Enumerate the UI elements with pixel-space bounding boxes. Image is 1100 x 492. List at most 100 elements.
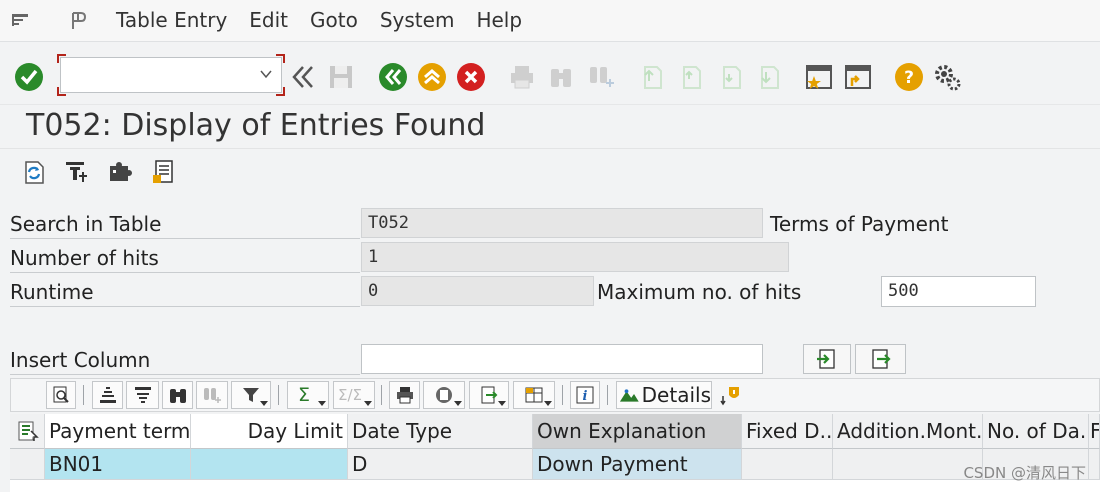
- grid-select-all-icon: [18, 421, 39, 441]
- last-page-icon: [752, 60, 786, 94]
- runtime-field: 0: [361, 276, 594, 306]
- export-icon: [481, 386, 498, 404]
- printer-icon: [396, 387, 413, 404]
- enter-check-icon[interactable]: [12, 60, 46, 94]
- exit-icon[interactable]: [415, 60, 449, 94]
- insert-column-icon: [817, 349, 835, 369]
- settings-gear-icon[interactable]: [930, 60, 964, 94]
- menu-bar: Table Entry Edit Goto System Help: [0, 0, 1100, 42]
- cell-fixed-day[interactable]: [742, 449, 833, 480]
- menu-table-entry[interactable]: Table Entry: [116, 0, 227, 41]
- layout-button[interactable]: [513, 381, 555, 409]
- sort-more-button[interactable]: [715, 381, 745, 409]
- remove-column-icon: [871, 349, 891, 369]
- runtime-label: Runtime: [10, 278, 360, 307]
- insert-column-field[interactable]: [361, 344, 763, 374]
- sort-ascending-button[interactable]: [92, 381, 123, 409]
- generate-shortcut-icon[interactable]: [841, 60, 875, 94]
- insert-column-button[interactable]: [803, 344, 851, 374]
- magnifier-doc-icon: [53, 386, 69, 403]
- export-button[interactable]: [469, 381, 509, 409]
- info-icon: i: [576, 386, 594, 404]
- cell-overflow[interactable]: [1089, 449, 1100, 480]
- print-icon: [505, 60, 539, 94]
- help-icon[interactable]: ?: [892, 60, 926, 94]
- refresh-icon[interactable]: [18, 156, 50, 188]
- first-page-icon: [635, 60, 669, 94]
- remove-column-button[interactable]: [855, 344, 906, 374]
- info-button[interactable]: i: [570, 381, 600, 409]
- sigma-icon: Σ: [297, 384, 310, 406]
- filter-button[interactable]: [231, 381, 271, 409]
- search-table-label: Search in Table: [10, 210, 360, 239]
- sort-shield-icon: [720, 387, 739, 406]
- cell-payment-terms[interactable]: BN01: [45, 449, 191, 480]
- standard-toolbar: ?: [0, 42, 1100, 105]
- search-table-field: T052: [361, 208, 763, 238]
- command-field[interactable]: [57, 54, 285, 96]
- col-date-type[interactable]: Date Type: [348, 414, 533, 449]
- find-next-icon: [584, 60, 618, 94]
- find-next-icon: [204, 388, 221, 403]
- subtotal-button: Σ/Σ: [333, 381, 375, 409]
- max-hits-field[interactable]: 500: [881, 276, 1036, 307]
- selection-criteria-icon[interactable]: [61, 156, 93, 188]
- view-icon: [436, 387, 452, 403]
- cell-own-explanation[interactable]: Down Payment: [533, 449, 742, 480]
- search-table-description: Terms of Payment: [770, 212, 949, 236]
- col-day-limit[interactable]: Day Limit: [191, 414, 348, 449]
- insert-column-label: Insert Column: [10, 346, 360, 375]
- page-title: T052: Display of Entries Found: [26, 108, 486, 143]
- subtotal-icon: Σ/Σ: [337, 386, 362, 404]
- field-puzzle-icon[interactable]: [104, 156, 136, 188]
- grid-details-view-button[interactable]: [46, 381, 76, 409]
- max-hits-label: Maximum no. of hits: [597, 280, 802, 304]
- view-button[interactable]: [423, 381, 465, 409]
- row-selector[interactable]: [10, 449, 45, 480]
- total-button[interactable]: Σ: [287, 381, 329, 409]
- back-icon[interactable]: [376, 60, 410, 94]
- command-input[interactable]: [67, 58, 251, 90]
- number-of-hits-field: 1: [361, 242, 789, 272]
- col-overflow[interactable]: F: [1089, 414, 1100, 449]
- menu-toggle-icon[interactable]: [10, 9, 34, 33]
- find-icon: [544, 60, 578, 94]
- col-payment-terms[interactable]: Payment terms: [45, 414, 191, 449]
- previous-page-icon: [674, 60, 708, 94]
- details-button[interactable]: Details: [616, 381, 712, 409]
- cell-date-type[interactable]: D: [348, 449, 533, 480]
- menu-edit[interactable]: Edit: [249, 0, 288, 41]
- sap-icon[interactable]: [68, 9, 92, 33]
- cell-additional-months[interactable]: [833, 449, 983, 480]
- list-document-icon[interactable]: [147, 156, 179, 188]
- col-own-explanation[interactable]: Own Explanation: [533, 414, 742, 449]
- save-icon: [324, 60, 358, 94]
- details-label: Details: [641, 383, 711, 407]
- find-next-button: [196, 381, 228, 409]
- mountain-icon: [619, 389, 639, 402]
- layout-icon: [525, 387, 543, 403]
- binoculars-icon: [169, 389, 186, 403]
- svg-text:i: i: [583, 389, 588, 404]
- cancel-icon[interactable]: [454, 60, 488, 94]
- col-additional-months[interactable]: Addition.Mont...: [833, 414, 983, 449]
- collapse-command-icon[interactable]: [286, 60, 320, 94]
- number-of-hits-label: Number of hits: [10, 244, 360, 273]
- sort-descending-button[interactable]: [126, 381, 159, 409]
- select-all-cell[interactable]: [10, 414, 45, 449]
- next-page-icon: [714, 60, 748, 94]
- cell-day-limit[interactable]: [191, 449, 348, 480]
- svg-text:?: ?: [904, 68, 914, 88]
- menu-goto[interactable]: Goto: [310, 0, 358, 41]
- chevron-down-icon[interactable]: [259, 66, 273, 85]
- print-button[interactable]: [389, 381, 420, 409]
- result-grid: Payment terms Day Limit Date Type Own Ex…: [10, 414, 1100, 492]
- menu-help[interactable]: Help: [476, 0, 522, 41]
- menu-system[interactable]: System: [380, 0, 455, 41]
- col-number-of-days[interactable]: No. of Da...: [983, 414, 1089, 449]
- col-fixed-day[interactable]: Fixed D...: [742, 414, 833, 449]
- find-button[interactable]: [162, 381, 193, 409]
- new-session-icon[interactable]: [802, 60, 836, 94]
- sort-descending-icon: [134, 387, 151, 403]
- grid-toolbar: Σ Σ/Σ i Details: [10, 378, 1100, 412]
